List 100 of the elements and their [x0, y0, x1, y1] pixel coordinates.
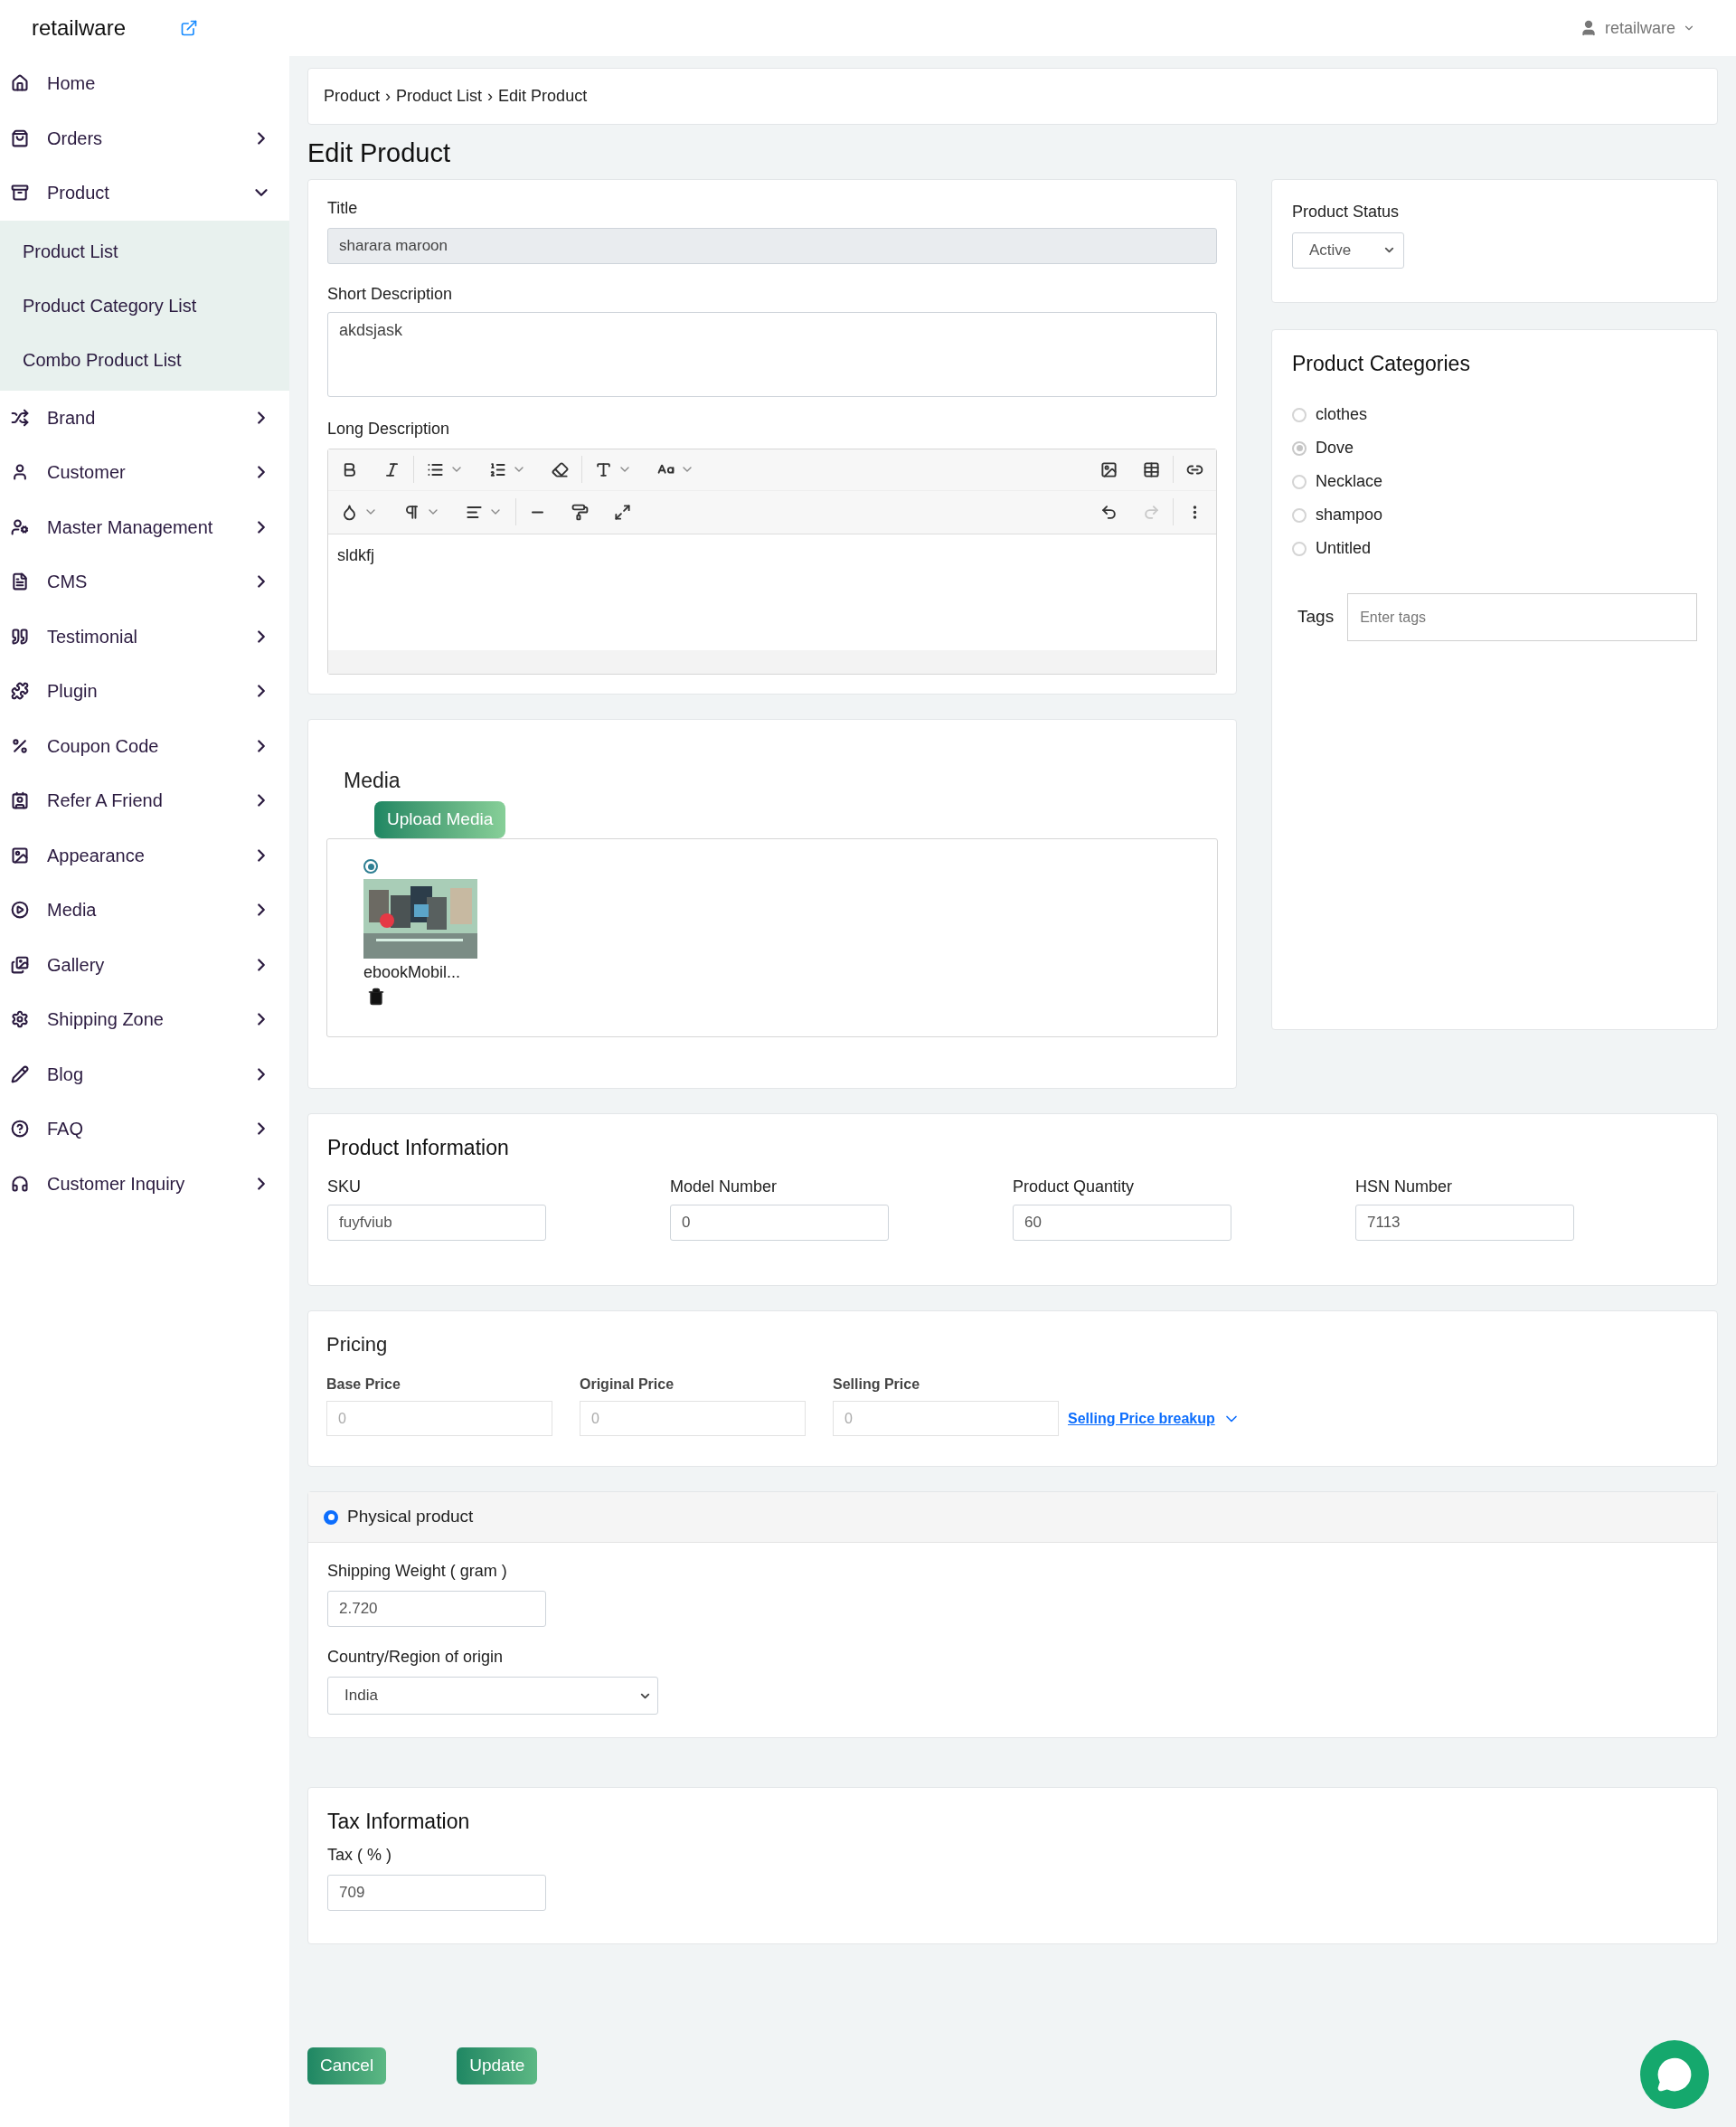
status-select[interactable]: Active [1292, 232, 1404, 269]
user-icon [11, 463, 29, 482]
submenu-item[interactable]: Product List [0, 223, 289, 279]
text-field[interactable]: 0 [670, 1204, 889, 1241]
sidebar-item[interactable]: Plugin [0, 664, 289, 719]
section-title: Media [344, 767, 401, 794]
tags-label: Tags [1297, 606, 1335, 629]
field-label: HSN Number [1355, 1176, 1454, 1197]
field-label: Short Description [327, 283, 454, 305]
images-icon [11, 955, 29, 974]
italic-icon[interactable] [383, 460, 401, 478]
price-field[interactable]: 0 [580, 1401, 806, 1436]
sidebar-item[interactable]: Home [0, 56, 289, 111]
sidebar-item[interactable]: Testimonial [0, 609, 289, 664]
text-field[interactable]: 60 [1013, 1204, 1231, 1241]
sidebar-item[interactable]: CMS [0, 554, 289, 610]
field-label: Base Price [326, 1375, 401, 1394]
radio-button[interactable] [324, 1509, 338, 1525]
undo-icon[interactable] [1100, 503, 1118, 521]
field-label: Product Status [1292, 201, 1401, 222]
breadcrumb-link[interactable]: Product List [396, 84, 483, 109]
section-title: Tax Information [327, 1809, 471, 1835]
rich-text-editor[interactable]: sldkfj [327, 448, 1217, 675]
title-field[interactable]: sharara maroon [327, 227, 1217, 264]
chat-icon [1656, 2056, 1693, 2093]
sidebar-item[interactable]: Coupon Code [0, 718, 289, 773]
table-icon[interactable] [1143, 460, 1160, 478]
percent-icon [11, 736, 29, 755]
help-icon [11, 1120, 29, 1139]
document-icon [11, 572, 29, 591]
sidebar-item[interactable]: Brand [0, 390, 289, 445]
puzzle-icon [11, 682, 29, 701]
field-label: Tax ( % ) [327, 1844, 392, 1866]
page-title: Edit Product [307, 137, 451, 169]
country-select[interactable]: India [327, 1677, 658, 1715]
sidebar-item[interactable]: Media [0, 883, 289, 938]
play-icon [11, 901, 29, 920]
radio-button[interactable] [1292, 440, 1307, 456]
quote-icon [11, 627, 29, 646]
sidebar-item[interactable]: Orders [0, 110, 289, 165]
sidebar-item[interactable]: Customer Inquiry [0, 1156, 289, 1211]
archive-icon [11, 184, 29, 203]
category-label: Necklace [1316, 471, 1383, 492]
field-label: Original Price [580, 1375, 675, 1394]
submenu-item[interactable]: Combo Product List [0, 332, 289, 387]
droplet-icon[interactable] [341, 503, 358, 521]
field-label: Model Number [670, 1176, 778, 1197]
sidebar-item[interactable]: Customer [0, 445, 289, 500]
card-icon [11, 791, 29, 810]
paint-roller-icon[interactable] [571, 503, 589, 521]
brand-name: retailware [32, 14, 127, 42]
section-title: Product Information [327, 1135, 510, 1161]
font-icon[interactable] [595, 460, 612, 478]
editor-text: sldkfj [337, 544, 375, 566]
fullscreen-icon[interactable] [614, 503, 631, 521]
breadcrumb-separator: › [385, 86, 392, 107]
sidebar-item[interactable]: Shipping Zone [0, 992, 289, 1047]
sidebar-item[interactable]: Product [0, 165, 289, 221]
weight-field[interactable]: 2.720 [327, 1591, 546, 1627]
section-title: Pricing [326, 1332, 389, 1357]
field-label: Country/Region of origin [327, 1647, 505, 1668]
bag-icon [11, 128, 29, 147]
text-field[interactable]: 7113 [1355, 1204, 1574, 1241]
field-label: Shipping Weight ( gram ) [327, 1561, 508, 1582]
numbered-list-icon[interactable] [489, 460, 506, 478]
category-label: clothes [1316, 404, 1368, 425]
product-type-label: Physical product [347, 1506, 474, 1528]
text-field[interactable]: fuyfviub [327, 1204, 546, 1241]
user-gear-icon [11, 517, 29, 536]
sidebar-item[interactable]: Refer A Friend [0, 773, 289, 828]
paragraph-icon[interactable] [403, 503, 420, 521]
image-icon[interactable] [1100, 460, 1118, 478]
external-link-icon[interactable] [180, 19, 199, 37]
sidebar-item[interactable]: Appearance [0, 827, 289, 883]
field-label: Selling Price [833, 1375, 921, 1394]
trash-icon[interactable] [367, 988, 385, 1006]
sidebar-item[interactable]: FAQ [0, 1101, 289, 1157]
sidebar-item[interactable]: Gallery [0, 937, 289, 992]
tax-field[interactable]: 709 [327, 1874, 546, 1911]
tags-field[interactable]: Enter tags [1347, 593, 1697, 641]
price-field[interactable]: 0 [326, 1401, 552, 1436]
category-label: Dove [1316, 438, 1354, 458]
headphones-icon [11, 1174, 29, 1193]
breadcrumb-separator: › [487, 86, 494, 107]
category-label: shampoo [1316, 505, 1383, 525]
eraser-icon[interactable] [552, 460, 569, 478]
shuffle-icon [11, 408, 29, 427]
price-field[interactable]: 0 [833, 1401, 1059, 1436]
sidebar-item[interactable]: Blog [0, 1046, 289, 1101]
field-label: Long Description [327, 418, 451, 440]
user-menu[interactable]: retailware [1579, 15, 1695, 41]
short-description-field[interactable]: akdsjask [327, 311, 1217, 397]
field-label: Product Quantity [1013, 1176, 1136, 1197]
breadcrumb-link[interactable]: Product [324, 84, 381, 109]
section-title: Product Categories [1292, 350, 1471, 377]
radio-button[interactable] [363, 859, 378, 874]
file-name: ebookMobil... [363, 962, 461, 983]
sidebar-item[interactable]: Master Management [0, 499, 289, 554]
submenu-item[interactable]: Product Category List [0, 278, 289, 333]
selling-price-breakup-link[interactable]: Selling Price breakup [1068, 1407, 1215, 1430]
